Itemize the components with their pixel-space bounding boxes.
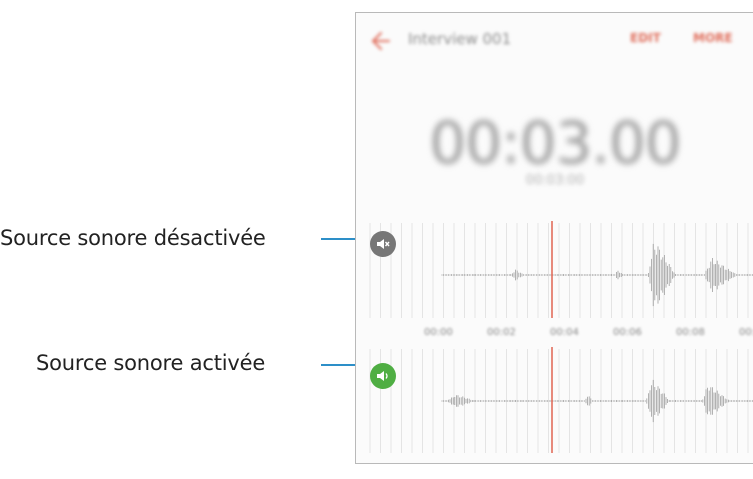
timeline-tick: 00:06 <box>613 327 642 338</box>
timeline-ticks: 00:00 00:02 00:04 00:06 00:08 00:10 <box>356 327 753 345</box>
speaker-muted-icon[interactable] <box>370 231 396 257</box>
voice-recorder-screen: Interview 001 EDIT MORE 00:03.00 00:03:0… <box>355 12 753 464</box>
speaker-on-icon[interactable] <box>370 363 396 389</box>
timeline-tick: 00:08 <box>676 327 705 338</box>
callout-active-source: Source sonore activée <box>36 351 266 375</box>
timeline-tick: 00:10 <box>739 327 753 338</box>
waveform-area[interactable] <box>356 13 753 464</box>
timeline-tick: 00:04 <box>550 327 579 338</box>
callout-muted-source: Source sonore désactivée <box>0 226 266 250</box>
timeline-tick: 00:02 <box>487 327 516 338</box>
timeline-tick: 00:00 <box>424 327 453 338</box>
grid-lines-top <box>369 223 749 318</box>
